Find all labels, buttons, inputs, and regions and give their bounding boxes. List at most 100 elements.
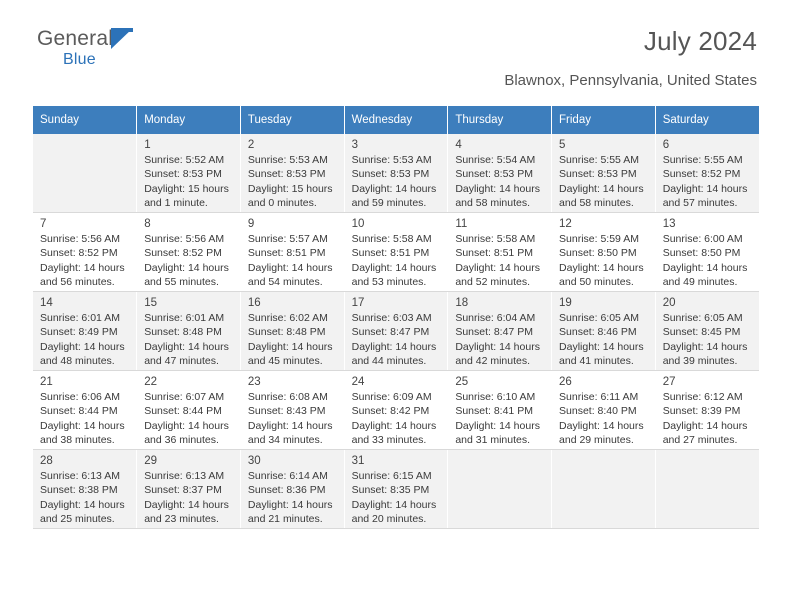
- day-details: Sunrise: 5:55 AM Sunset: 8:52 PM Daylight:…: [656, 153, 759, 211]
- day-detail-line: Daylight: 14 hours: [455, 340, 540, 353]
- day-details: Sunrise: 6:05 AM Sunset: 8:45 PM Daylight:…: [656, 311, 759, 369]
- calendar-day-cell[interactable]: 22 Sunrise: 6:07 AM Sunset: 8:44 PM Dayligh…: [136, 370, 241, 450]
- calendar-day-cell[interactable]: 19 Sunrise: 6:05 AM Sunset: 8:46 PM Dayligh…: [551, 291, 656, 371]
- day-number: 11: [455, 218, 468, 230]
- day-detail-line: Daylight: 14 hours: [455, 182, 540, 195]
- day-details: Sunrise: 5:55 AM Sunset: 8:53 PM Daylight:…: [552, 153, 655, 211]
- calendar-empty-cell: [33, 134, 138, 213]
- day-number: 23: [247, 376, 261, 388]
- calendar-day-cell[interactable]: 9 Sunrise: 5:57 AM Sunset: 8:51 PM Daylight…: [240, 212, 345, 292]
- day-detail-line: Sunset: 8:51 PM: [455, 247, 533, 260]
- calendar-day-cell[interactable]: 30 Sunrise: 6:14 AM Sunset: 8:36 PM Dayligh…: [240, 449, 345, 529]
- day-detail-line: Daylight: 14 hours: [559, 261, 644, 274]
- calendar-day-cell[interactable]: 5 Sunrise: 5:55 AM Sunset: 8:53 PM Daylight…: [551, 134, 656, 213]
- day-detail-line: Sunrise: 6:05 AM: [662, 312, 743, 324]
- day-detail-line: Sunset: 8:53 PM: [455, 168, 533, 181]
- weekday-header-saturday: Saturday: [655, 106, 759, 134]
- day-detail-line: Sunset: 8:52 PM: [144, 247, 222, 260]
- day-number: 18: [455, 297, 469, 309]
- day-detail-line: Sunrise: 5:57 AM: [247, 233, 328, 245]
- calendar-day-cell[interactable]: 31 Sunrise: 6:15 AM Sunset: 8:35 PM Dayligh…: [344, 449, 449, 529]
- calendar-day-cell[interactable]: 8 Sunrise: 5:56 AM Sunset: 8:52 PM Daylight…: [136, 212, 241, 292]
- calendar-day-cell[interactable]: 17 Sunrise: 6:03 AM Sunset: 8:47 PM Dayligh…: [344, 291, 449, 371]
- calendar-day-cell[interactable]: 11 Sunrise: 5:58 AM Sunset: 8:51 PM Dayligh…: [447, 212, 553, 292]
- calendar-day-cell[interactable]: 15 Sunrise: 6:01 AM Sunset: 8:48 PM Dayligh…: [136, 291, 241, 371]
- calendar-day-cell[interactable]: 27 Sunrise: 6:12 AM Sunset: 8:39 PM Dayligh…: [655, 370, 759, 450]
- day-detail-line: Sunrise: 6:05 AM: [559, 312, 639, 324]
- calendar-day-cell[interactable]: 16 Sunrise: 6:02 AM Sunset: 8:48 PM Dayligh…: [240, 291, 345, 371]
- calendar-day-cell[interactable]: 26 Sunrise: 6:11 AM Sunset: 8:40 PM Dayligh…: [551, 370, 656, 450]
- calendar-day-cell[interactable]: 13 Sunrise: 6:00 AM Sunset: 8:50 PM Dayligh…: [655, 212, 759, 292]
- calendar-day-cell[interactable]: 7 Sunrise: 5:56 AM Sunset: 8:52 PM Daylight…: [33, 212, 138, 292]
- day-detail-line: Sunset: 8:52 PM: [662, 168, 741, 181]
- calendar-day-cell[interactable]: 18 Sunrise: 6:04 AM Sunset: 8:47 PM Dayligh…: [447, 291, 553, 371]
- calendar-week-row: 21 Sunrise: 6:06 AM Sunset: 8:44 PM Dayligh…: [33, 370, 759, 450]
- day-detail-line: Sunset: 8:49 PM: [40, 326, 118, 339]
- calendar-day-cell[interactable]: 25 Sunrise: 6:10 AM Sunset: 8:41 PM Dayligh…: [447, 370, 553, 450]
- logo[interactable]: General Blue: [37, 28, 133, 68]
- day-detail-line: Sunset: 8:51 PM: [351, 247, 430, 260]
- calendar-day-cell[interactable]: 21 Sunrise: 6:06 AM Sunset: 8:44 PM Dayligh…: [33, 370, 138, 450]
- day-detail-line: and 25 minutes.: [40, 513, 115, 526]
- day-detail-line: Daylight: 14 hours: [662, 182, 748, 195]
- day-detail-line: and 1 minute.: [144, 197, 208, 210]
- day-detail-line: Sunset: 8:53 PM: [559, 168, 637, 181]
- day-number: 16: [247, 297, 261, 309]
- calendar-day-cell[interactable]: 28 Sunrise: 6:13 AM Sunset: 8:38 PM Dayligh…: [33, 449, 138, 529]
- day-detail-line: Sunrise: 5:58 AM: [455, 233, 536, 245]
- day-detail-line: and 48 minutes.: [40, 355, 115, 368]
- weekday-header-wednesday: Wednesday: [344, 106, 449, 134]
- day-detail-line: Sunset: 8:36 PM: [247, 484, 326, 497]
- day-details: Sunrise: 6:10 AM Sunset: 8:41 PM Daylight:…: [448, 390, 551, 448]
- day-number: 1: [144, 139, 151, 151]
- day-detail-line: Sunset: 8:44 PM: [144, 405, 222, 418]
- day-details: Sunrise: 6:01 AM Sunset: 8:48 PM Daylight:…: [137, 311, 240, 369]
- day-details: Sunrise: 5:56 AM Sunset: 8:52 PM Daylight:…: [33, 232, 136, 290]
- day-detail-line: Sunrise: 6:06 AM: [40, 391, 120, 403]
- day-details: Sunrise: 6:08 AM Sunset: 8:43 PM Daylight:…: [241, 390, 344, 448]
- calendar-day-cell[interactable]: 6 Sunrise: 5:55 AM Sunset: 8:52 PM Daylight…: [655, 134, 759, 213]
- calendar-day-cell[interactable]: 29 Sunrise: 6:13 AM Sunset: 8:37 PM Dayligh…: [136, 449, 241, 529]
- day-detail-line: Sunrise: 5:58 AM: [351, 233, 432, 245]
- day-detail-line: and 29 minutes.: [559, 434, 634, 447]
- weekday-header-thursday: Thursday: [447, 106, 553, 134]
- calendar-day-cell[interactable]: 4 Sunrise: 5:54 AM Sunset: 8:53 PM Daylight…: [447, 134, 553, 213]
- calendar-day-cell[interactable]: 24 Sunrise: 6:09 AM Sunset: 8:42 PM Dayligh…: [344, 370, 449, 450]
- calendar-day-cell[interactable]: 1 Sunrise: 5:52 AM Sunset: 8:53 PM Daylight…: [136, 134, 241, 213]
- day-detail-line: and 58 minutes.: [559, 197, 634, 210]
- calendar-day-cell[interactable]: 23 Sunrise: 6:08 AM Sunset: 8:43 PM Dayligh…: [240, 370, 345, 450]
- day-detail-line: Sunset: 8:46 PM: [559, 326, 637, 339]
- day-detail-line: Daylight: 15 hours: [144, 182, 229, 195]
- page-title: July 2024: [643, 26, 757, 56]
- day-detail-line: Sunset: 8:47 PM: [455, 326, 533, 339]
- day-details: Sunrise: 6:12 AM Sunset: 8:39 PM Daylight:…: [656, 390, 759, 448]
- day-number: 22: [144, 376, 157, 388]
- day-details: Sunrise: 5:59 AM Sunset: 8:50 PM Daylight:…: [552, 232, 655, 290]
- calendar-day-cell[interactable]: 2 Sunrise: 5:53 AM Sunset: 8:53 PM Daylight…: [240, 134, 345, 213]
- calendar-empty-cell: [655, 449, 759, 529]
- logo-text-blue: Blue: [63, 51, 96, 68]
- day-detail-line: Sunrise: 6:12 AM: [662, 391, 743, 403]
- day-detail-line: Sunset: 8:35 PM: [351, 484, 430, 497]
- day-details: Sunrise: 5:54 AM Sunset: 8:53 PM Daylight:…: [448, 153, 551, 211]
- day-details: Sunrise: 6:01 AM Sunset: 8:49 PM Daylight:…: [33, 311, 136, 369]
- day-detail-line: Sunrise: 6:15 AM: [351, 470, 432, 482]
- day-detail-line: and 31 minutes.: [455, 434, 531, 447]
- day-detail-line: Sunset: 8:50 PM: [662, 247, 741, 260]
- day-detail-line: Sunrise: 6:09 AM: [351, 391, 432, 403]
- calendar-day-cell[interactable]: 20 Sunrise: 6:05 AM Sunset: 8:45 PM Dayligh…: [655, 291, 759, 371]
- day-detail-line: Daylight: 14 hours: [662, 419, 748, 432]
- day-detail-line: and 54 minutes.: [247, 276, 323, 289]
- day-detail-line: Sunrise: 5:59 AM: [559, 233, 639, 245]
- day-detail-line: Daylight: 14 hours: [351, 261, 437, 274]
- day-detail-line: and 27 minutes.: [662, 434, 738, 447]
- day-detail-line: Sunrise: 5:55 AM: [559, 154, 639, 166]
- day-details: Sunrise: 5:58 AM Sunset: 8:51 PM Daylight:…: [345, 232, 448, 290]
- calendar-day-cell[interactable]: 3 Sunrise: 5:53 AM Sunset: 8:53 PM Daylight…: [344, 134, 449, 213]
- day-detail-line: and 56 minutes.: [40, 276, 115, 289]
- day-details: Sunrise: 6:15 AM Sunset: 8:35 PM Daylight:…: [345, 469, 448, 527]
- day-number: 28: [40, 455, 53, 467]
- calendar-day-cell[interactable]: 14 Sunrise: 6:01 AM Sunset: 8:49 PM Dayligh…: [33, 291, 138, 371]
- calendar-day-cell[interactable]: 12 Sunrise: 5:59 AM Sunset: 8:50 PM Dayligh…: [551, 212, 656, 292]
- calendar-day-cell[interactable]: 10 Sunrise: 5:58 AM Sunset: 8:51 PM Dayligh…: [344, 212, 449, 292]
